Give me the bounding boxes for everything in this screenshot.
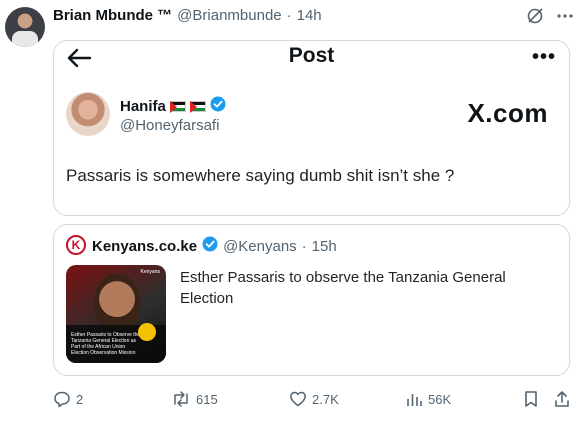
- verified-badge-icon: [202, 236, 218, 256]
- views-count: 56K: [428, 391, 452, 407]
- views-icon: [405, 390, 423, 408]
- views-button[interactable]: 56K: [405, 390, 451, 408]
- grok-icon[interactable]: [526, 7, 544, 25]
- hanifa-name[interactable]: Hanifa: [120, 98, 166, 115]
- like-icon: [289, 390, 307, 408]
- tweet-timestamp[interactable]: 14h: [297, 7, 322, 24]
- header-separator: ·: [286, 7, 292, 24]
- header-actions: [526, 7, 574, 25]
- like-count: 2.7K: [312, 391, 339, 407]
- reply-button[interactable]: 2: [53, 390, 83, 408]
- repost-count: 615: [196, 391, 218, 407]
- thumbnail-tag: Kenyans: [140, 269, 160, 275]
- quote-author-handle[interactable]: @Kenyans: [223, 238, 297, 255]
- action-bar: 2 615 2.7K 56K: [53, 390, 575, 414]
- post-title: Post: [288, 44, 335, 67]
- quote-author-name[interactable]: Kenyans.co.ke: [92, 238, 197, 255]
- like-button[interactable]: 2.7K: [289, 390, 339, 408]
- embedded-post-text: Passaris is somewhere saying dumb shit i…: [66, 166, 455, 185]
- author-handle[interactable]: @Brianmbunde: [177, 7, 281, 24]
- quote-separator: ·: [301, 237, 307, 255]
- bookmark-icon: [523, 390, 539, 408]
- quote-timestamp[interactable]: 15h: [312, 238, 337, 255]
- reply-icon: [53, 390, 71, 408]
- post-more-icon[interactable]: •••: [532, 47, 556, 67]
- author-name[interactable]: Brian Mbunde ™: [53, 7, 172, 24]
- thumbnail-caption: Esther Passaris to Observe the Tanzania …: [71, 332, 141, 356]
- reply-count: 2: [76, 391, 84, 407]
- hanifa-handle[interactable]: @Honeyfarsafi: [120, 117, 219, 134]
- share-icon: [553, 390, 571, 408]
- verified-badge-icon: [210, 96, 226, 116]
- repost-button[interactable]: 615: [171, 390, 218, 408]
- author-avatar[interactable]: [5, 7, 45, 47]
- repost-icon: [171, 390, 191, 408]
- quote-text: Esther Passaris to observe the Tanzania …: [180, 269, 506, 307]
- hanifa-avatar[interactable]: [66, 92, 110, 136]
- palestine-flag-icon: [189, 100, 206, 113]
- share-button[interactable]: [553, 390, 571, 408]
- quoted-post-card[interactable]: K Kenyans.co.ke @Kenyans · 15h Kenyans E…: [53, 224, 570, 376]
- hanifa-name-row: Hanifa: [120, 96, 226, 116]
- x-brand-logo: X.com: [467, 98, 548, 128]
- tweet-header: Brian Mbunde ™ @Brianmbunde · 14h: [53, 7, 322, 24]
- embedded-post-card[interactable]: Post ••• Hanifa @Honeyfarsafi X.com Pass…: [53, 40, 570, 216]
- quote-header: Kenyans.co.ke @Kenyans · 15h: [92, 236, 337, 256]
- bookmark-button[interactable]: [523, 390, 539, 408]
- quote-thumbnail-image[interactable]: Kenyans Esther Passaris to Observe the T…: [66, 265, 166, 363]
- kenyans-avatar[interactable]: K: [66, 235, 86, 255]
- more-icon[interactable]: [556, 7, 574, 25]
- palestine-flag-icon: [169, 100, 186, 113]
